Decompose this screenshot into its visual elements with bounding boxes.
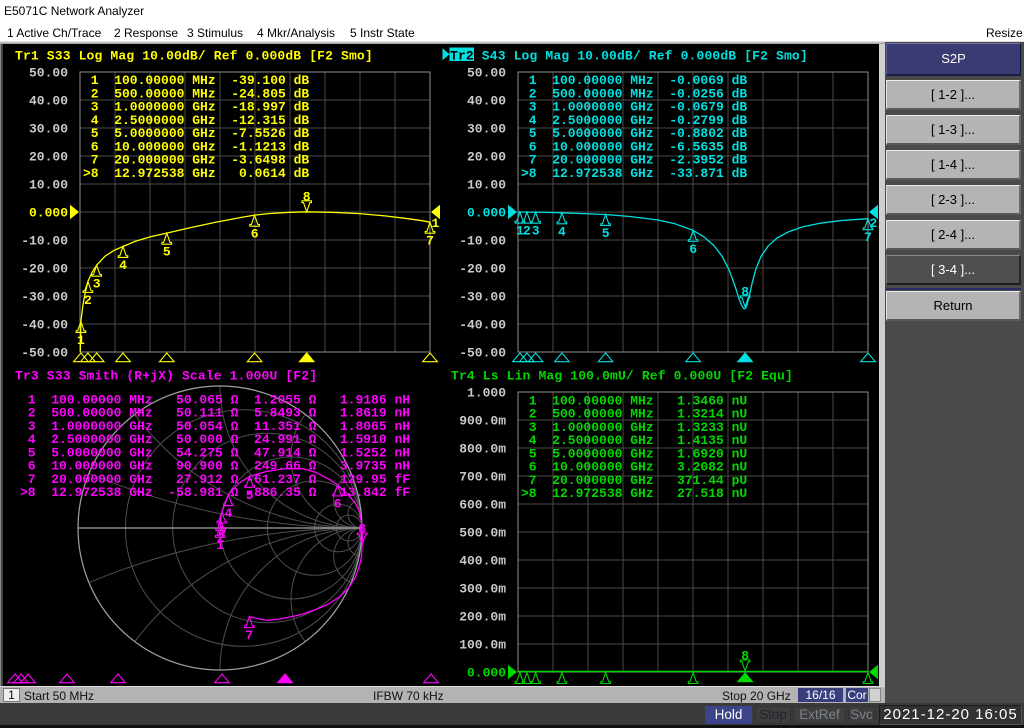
svg-text:4: 4 [558, 224, 566, 239]
svg-text:-10.00: -10.00 [21, 234, 68, 249]
svg-text:Tr2: Tr2 [450, 48, 474, 63]
svg-text:8: 8 [741, 649, 749, 664]
svg-text:400.0m: 400.0m [459, 554, 506, 569]
svg-text:800.0m: 800.0m [459, 442, 506, 457]
svg-text:-40.00: -40.00 [459, 318, 506, 333]
svg-text:-30.00: -30.00 [21, 290, 68, 305]
svg-text:2: 2 [870, 216, 878, 231]
svg-text:600.0m: 600.0m [459, 498, 506, 513]
svg-text:-10.00: -10.00 [459, 234, 506, 249]
svg-text:5: 5 [163, 245, 171, 260]
svg-text:1: 1 [77, 333, 85, 348]
svg-text:-20.00: -20.00 [459, 262, 506, 277]
svg-text:3: 3 [93, 277, 101, 292]
svg-text:10.00: 10.00 [467, 178, 506, 193]
svg-text:8: 8 [303, 189, 311, 204]
svg-text:0.000: 0.000 [29, 206, 68, 221]
svg-text:-40.00: -40.00 [21, 318, 68, 333]
svg-text:-30.00: -30.00 [459, 290, 506, 305]
svg-text:5: 5 [602, 226, 610, 241]
svg-text:3: 3 [532, 224, 540, 239]
svg-text:30.00: 30.00 [29, 122, 68, 137]
svg-text:>8 12.972538 GHz 27.518 nU: >8 12.972538 GHz 27.518 nU [521, 486, 747, 501]
svg-text:8: 8 [741, 284, 749, 299]
svg-text:50.00: 50.00 [29, 66, 68, 81]
svg-text:6: 6 [334, 496, 342, 511]
svg-text:7: 7 [864, 230, 872, 245]
svg-text:6: 6 [689, 242, 697, 257]
svg-text:Tr3 S33 Smith (R+jX) Scale 1.0: Tr3 S33 Smith (R+jX) Scale 1.000U [F2] [15, 368, 317, 383]
svg-text:8: 8 [358, 522, 366, 537]
svg-text:5: 5 [246, 488, 254, 503]
svg-text:40.00: 40.00 [467, 94, 506, 109]
svg-text:40.00: 40.00 [29, 94, 68, 109]
svg-text:100.0m: 100.0m [459, 638, 506, 653]
svg-text:500.0m: 500.0m [459, 526, 506, 541]
svg-text:6: 6 [251, 227, 259, 242]
svg-text:1.000: 1.000 [467, 386, 506, 401]
svg-text:4: 4 [119, 258, 127, 273]
svg-text:3: 3 [218, 524, 226, 539]
svg-text:4: 4 [224, 506, 232, 521]
svg-text:200.0m: 200.0m [459, 610, 506, 625]
svg-text:50.00: 50.00 [467, 66, 506, 81]
svg-text:-50.00: -50.00 [459, 346, 506, 361]
svg-text:30.00: 30.00 [467, 122, 506, 137]
svg-text:-20.00: -20.00 [21, 262, 68, 277]
svg-text:2: 2 [84, 293, 92, 308]
svg-text:700.0m: 700.0m [459, 470, 506, 485]
svg-text:>8 12.972538 GHz -58.981 Ω -: >8 12.972538 GHz -58.981 Ω -886.35 Ω 13.… [20, 485, 410, 500]
svg-text:300.0m: 300.0m [459, 582, 506, 597]
svg-text:-50.00: -50.00 [21, 346, 68, 361]
svg-text:>8 12.972538 GHz -33.871 dB: >8 12.972538 GHz -33.871 dB [521, 166, 747, 181]
svg-text:Tr2 S43 Log Mag 10.00dB/ Ref 0: Tr2 S43 Log Mag 10.00dB/ Ref 0.000dB [F2… [450, 48, 808, 63]
svg-text:7: 7 [245, 628, 253, 643]
svg-text:>8 12.972538 GHz 0.0614 dB: >8 12.972538 GHz 0.0614 dB [83, 166, 309, 181]
svg-text:900.0m: 900.0m [459, 414, 506, 429]
svg-text:20.00: 20.00 [29, 150, 68, 165]
svg-text:0.000: 0.000 [467, 206, 506, 221]
svg-text:0.000: 0.000 [467, 666, 506, 681]
svg-text:7: 7 [426, 234, 434, 249]
svg-text:2: 2 [523, 224, 531, 239]
svg-text:Tr4 Ls Lin Mag 100.0mU/ Ref 0.: Tr4 Ls Lin Mag 100.0mU/ Ref 0.000U [F2 E… [451, 368, 793, 383]
svg-text:20.00: 20.00 [467, 150, 506, 165]
svg-text:Tr1 S33 Log Mag 10.00dB/ Ref 0: Tr1 S33 Log Mag 10.00dB/ Ref 0.000dB [F2… [15, 48, 373, 63]
svg-text:10.00: 10.00 [29, 178, 68, 193]
